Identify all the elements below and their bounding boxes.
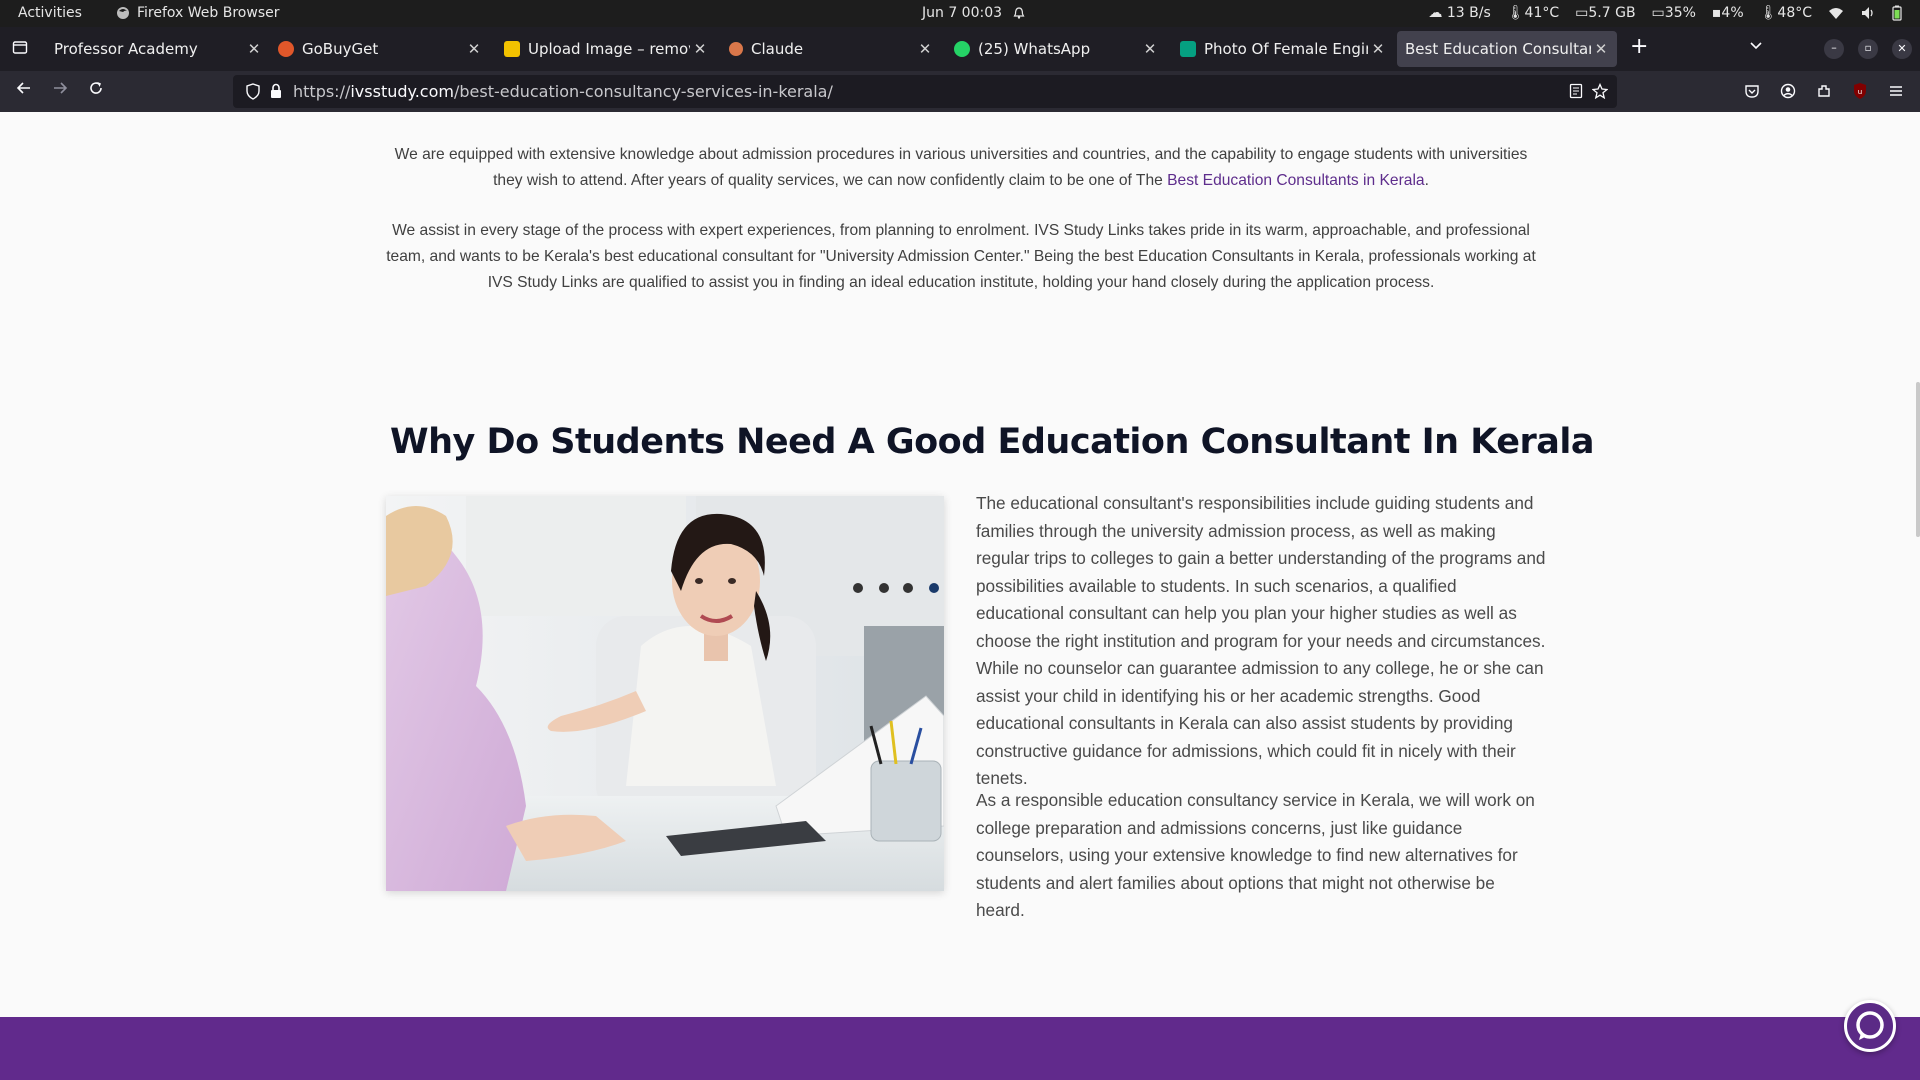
memory: 5.7 GB xyxy=(1588,5,1636,21)
back-button[interactable] xyxy=(12,80,36,104)
tab-label: Best Education Consultancy xyxy=(1405,40,1591,58)
cpu-temp: 41°C xyxy=(1524,5,1560,21)
tab-claude[interactable]: Claude ✕ xyxy=(729,31,935,67)
system-top-bar: Activities Firefox Web Browser Jun 7 00:… xyxy=(0,0,1920,27)
disk-indicator: ▪4% xyxy=(1711,5,1744,21)
reload-button[interactable] xyxy=(84,80,108,104)
footer-band xyxy=(0,1017,1920,1080)
navigation-toolbar: https://ivsstudy.com/best-education-cons… xyxy=(0,71,1920,112)
net-speed: 13 B/s xyxy=(1446,5,1491,21)
net-speed-indicator: ☁ 13 B/s xyxy=(1428,5,1491,21)
tab-label: Photo Of Female Engineer xyxy=(1204,40,1368,58)
tab-removebg[interactable]: Upload Image – remove.bg ✕ xyxy=(504,31,710,67)
activities-button[interactable]: Activities xyxy=(18,5,82,21)
tab-pexels[interactable]: Photo Of Female Engineer ✕ xyxy=(1180,31,1388,67)
close-tab-icon[interactable]: ✕ xyxy=(1140,40,1160,58)
disk: 4% xyxy=(1721,5,1744,21)
account-icon[interactable] xyxy=(1780,83,1796,103)
chat-widget-button[interactable] xyxy=(1844,1000,1896,1052)
page-scrollbar-thumb[interactable] xyxy=(1916,382,1920,537)
url-domain: ivsstudy.com xyxy=(350,82,454,101)
url-bar[interactable]: https://ivsstudy.com/best-education-cons… xyxy=(233,75,1617,108)
memory-indicator: ▭5.7 GB xyxy=(1575,5,1636,21)
tab-label: GoBuyGet xyxy=(302,40,379,58)
battery-icon xyxy=(1892,5,1902,21)
best-education-consultants-link[interactable]: Best Education Consultants in Kerala xyxy=(1167,172,1424,189)
list-all-tabs-button[interactable] xyxy=(1748,37,1764,57)
tab-label: Claude xyxy=(751,40,804,58)
alarm-icon xyxy=(1013,7,1025,19)
close-tab-icon[interactable]: ✕ xyxy=(1368,40,1388,58)
url-text: https://ivsstudy.com/best-education-cons… xyxy=(293,82,833,101)
forward-button[interactable] xyxy=(48,80,72,104)
tab-label: Professor Academy xyxy=(54,40,198,58)
tab-strip: Professor Academy ✕ GoBuyGet ✕ Upload Im… xyxy=(0,27,1920,71)
cpu-usage: 35% xyxy=(1664,5,1696,21)
close-tab-icon[interactable]: ✕ xyxy=(690,40,710,58)
web-page: We are equipped with extensive knowledge… xyxy=(0,112,1920,1080)
app-name: Firefox Web Browser xyxy=(137,5,280,21)
intro-paragraph-1: We are equipped with extensive knowledge… xyxy=(386,142,1536,194)
pexels-favicon-icon xyxy=(1180,41,1196,57)
claude-favicon-icon xyxy=(729,42,743,56)
arrow-right-icon xyxy=(54,82,68,94)
gpu-temp-indicator: 🌡48°C xyxy=(1759,5,1812,21)
tab-whatsapp[interactable]: (25) WhatsApp ✕ xyxy=(954,31,1160,67)
ublock-extension-icon[interactable]: u xyxy=(1852,82,1868,104)
close-window-button[interactable]: ✕ xyxy=(1892,39,1912,59)
gpu-temp: 48°C xyxy=(1777,5,1812,21)
close-tab-icon[interactable]: ✕ xyxy=(915,40,935,58)
tab-label: Upload Image – remove.bg xyxy=(528,40,690,58)
body-paragraph-2: As a responsible education consultancy s… xyxy=(976,790,1535,920)
hamburger-menu-icon[interactable] xyxy=(1888,83,1904,103)
cpu-usage-indicator: ▭35% xyxy=(1651,5,1696,21)
intro-paragraph-2: We assist in every stage of the process … xyxy=(386,222,1536,291)
clock[interactable]: Jun 7 00:03 xyxy=(922,5,1026,21)
whatsapp-favicon-icon xyxy=(954,41,970,57)
firefox-view-button[interactable] xyxy=(12,39,28,59)
cpu-temp-indicator: 🌡41°C xyxy=(1506,5,1560,21)
tab-professor-academy[interactable]: Professor Academy ✕ xyxy=(44,31,264,67)
minimize-window-button[interactable]: – xyxy=(1824,39,1844,59)
tab-label: (25) WhatsApp xyxy=(978,40,1091,58)
system-indicators[interactable]: ☁ 13 B/s 🌡41°C ▭5.7 GB ▭35% ▪4% 🌡48°C xyxy=(1428,5,1902,21)
datetime: Jun 7 00:03 xyxy=(922,5,1003,21)
lock-icon[interactable] xyxy=(269,83,283,103)
bookmark-star-icon[interactable] xyxy=(1591,82,1609,103)
gobuyget-favicon-icon xyxy=(278,41,294,57)
tab-best-education-consultancy[interactable]: Best Education Consultancy ✕ xyxy=(1397,31,1617,67)
chevron-down-icon xyxy=(1750,42,1762,50)
tab-gobuyget[interactable]: GoBuyGet ✕ xyxy=(278,31,484,67)
consultant-photo xyxy=(386,496,944,891)
app-menu[interactable]: Firefox Web Browser xyxy=(116,5,280,21)
firefox-icon xyxy=(117,7,129,19)
url-scheme: https:// xyxy=(293,82,351,101)
pocket-icon[interactable] xyxy=(1744,83,1760,103)
body-paragraph-1: The educational consultant's responsibil… xyxy=(976,493,1546,788)
reader-view-icon[interactable] xyxy=(1569,83,1583,103)
url-path: /best-education-consultancy-services-in-… xyxy=(453,82,833,101)
svg-text:u: u xyxy=(1858,88,1862,96)
volume-icon xyxy=(1862,7,1873,19)
close-tab-icon[interactable]: ✕ xyxy=(464,40,484,58)
removebg-favicon-icon xyxy=(504,41,520,57)
close-tab-icon[interactable]: ✕ xyxy=(244,40,264,58)
tracking-protection-icon[interactable] xyxy=(245,83,261,104)
pin-icon xyxy=(44,41,46,57)
close-tab-icon[interactable]: ✕ xyxy=(1591,40,1611,58)
arrow-left-icon xyxy=(16,82,30,94)
intro-paragraph-1-end: . xyxy=(1424,171,1429,189)
maximize-window-button[interactable]: ▫ xyxy=(1858,39,1878,59)
section-heading: Why Do Students Need A Good Education Co… xyxy=(390,422,1595,462)
firefox-view-icon xyxy=(12,41,28,54)
chat-bubble-icon xyxy=(1856,1011,1884,1040)
reload-icon xyxy=(90,82,102,94)
wifi-icon xyxy=(1829,8,1843,19)
cutoff-text-line xyxy=(395,112,1525,114)
extensions-icon[interactable] xyxy=(1816,83,1832,103)
new-tab-button[interactable]: + xyxy=(1630,34,1648,59)
